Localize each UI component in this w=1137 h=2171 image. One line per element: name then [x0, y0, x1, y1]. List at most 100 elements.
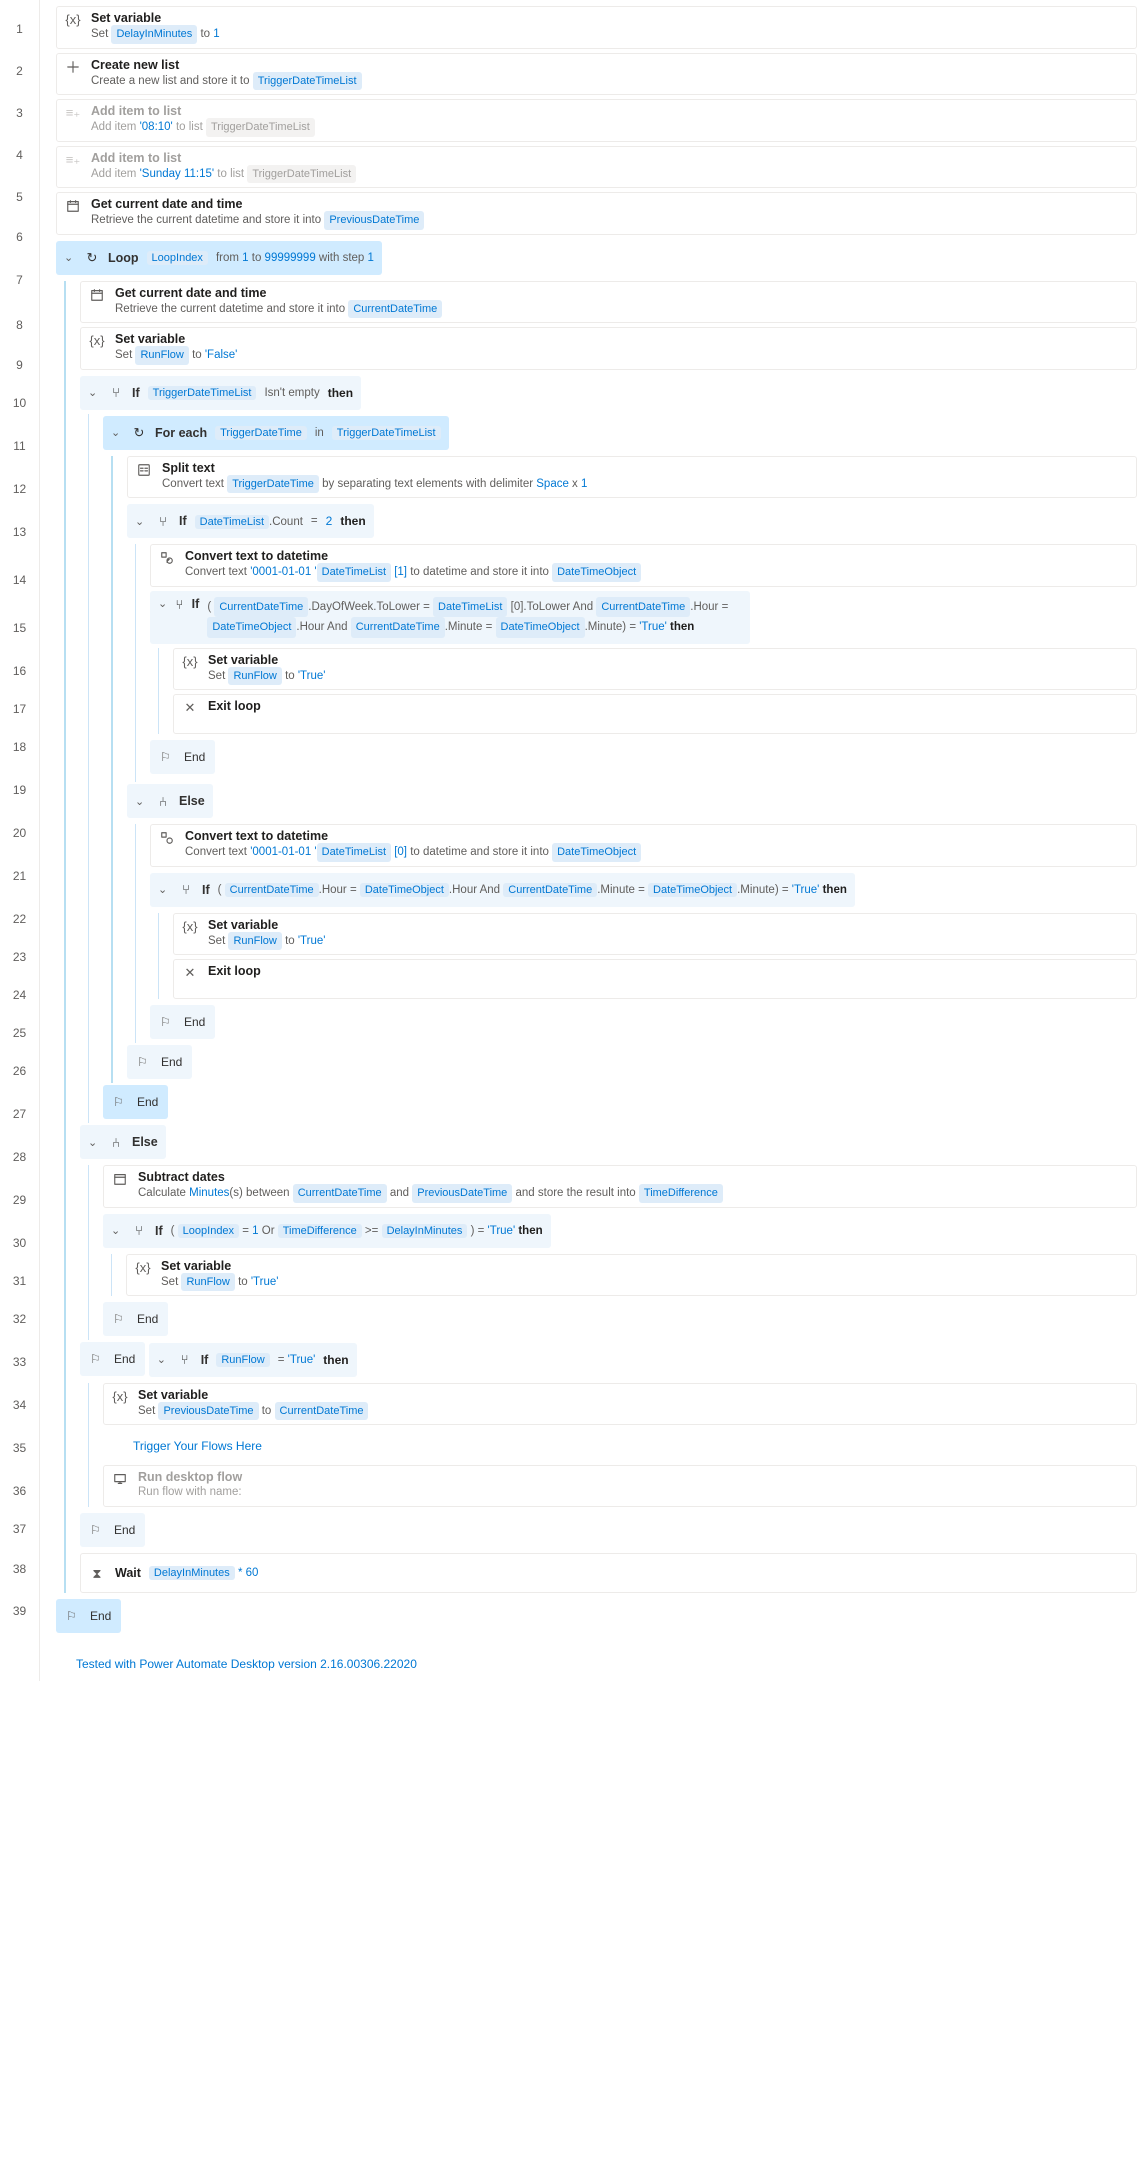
line-number: 16 — [0, 652, 39, 690]
token: DateTimeList — [195, 515, 269, 529]
action-convert-datetime[interactable]: Convert text to datetime Convert text '0… — [150, 544, 1137, 587]
chevron-down-icon[interactable]: ⌄ — [64, 251, 76, 264]
line-number: 26 — [0, 1052, 39, 1090]
end-block[interactable]: ⚐ End — [56, 1599, 121, 1633]
token: PreviousDateTime — [412, 1184, 512, 1203]
action-title: Set variable — [208, 918, 1128, 932]
action-get-datetime[interactable]: Get current date and time Retrieve the c… — [80, 281, 1137, 324]
line-number: 8 — [0, 304, 39, 346]
end-label: End — [184, 1015, 205, 1029]
action-wait[interactable]: ⧗ Wait DelayInMinutes * 60 — [80, 1553, 1137, 1593]
action-set-variable[interactable]: {x} Set variable Set RunFlow to 'True' — [173, 648, 1137, 691]
action-add-item-disabled[interactable]: ≡₊ Add item to list Add item '08:10' to … — [56, 99, 1137, 142]
action-get-datetime[interactable]: Get current date and time Retrieve the c… — [56, 192, 1137, 235]
loop-label: Loop — [108, 251, 139, 265]
end-block[interactable]: ⚐ End — [80, 1513, 145, 1547]
chevron-down-icon[interactable]: ⌄ — [135, 795, 147, 808]
action-set-variable[interactable]: {x} Set variable Set RunFlow to 'False' — [80, 327, 1137, 370]
line-number: 24 — [0, 976, 39, 1014]
if-header[interactable]: ⌄ ⑂ If RunFlow = 'True' then — [149, 1343, 357, 1377]
action-title: Set variable — [208, 653, 1128, 667]
chevron-down-icon[interactable]: ⌄ — [111, 426, 123, 439]
line-number: 36 — [0, 1472, 39, 1510]
action-set-variable[interactable]: {x} Set variable Set RunFlow to 'True' — [126, 1254, 1137, 1297]
token: DelayInMinutes — [382, 1224, 468, 1238]
end-block[interactable]: ⚐ End — [127, 1045, 192, 1079]
if-header[interactable]: ⌄ ⑂ If ( CurrentDateTime.DayOfWeek.ToLow… — [150, 591, 750, 644]
flag-icon: ⚐ — [113, 1312, 129, 1326]
else-header[interactable]: ⌄ ⑃ Else — [127, 784, 213, 818]
token: TriggerDateTimeList — [148, 386, 257, 400]
action-title: Set variable — [115, 332, 1128, 346]
chevron-down-icon[interactable]: ⌄ — [88, 1136, 100, 1149]
variable-icon: {x} — [112, 1388, 128, 1403]
token: TriggerDateTime — [227, 475, 319, 494]
action-exit-loop[interactable]: ✕ Exit loop — [173, 694, 1137, 734]
chevron-down-icon[interactable]: ⌄ — [111, 1224, 123, 1237]
end-block[interactable]: ⚐ End — [103, 1302, 168, 1336]
line-number: 30 — [0, 1224, 39, 1262]
action-title: Exit loop — [208, 964, 1128, 978]
convert-icon — [159, 829, 175, 847]
line-number: 37 — [0, 1510, 39, 1548]
if-header[interactable]: ⌄ ⑂ If ( LoopIndex = 1 Or TimeDifference… — [103, 1214, 551, 1248]
action-subtract-dates[interactable]: Subtract dates Calculate Minutes(s) betw… — [103, 1165, 1137, 1208]
branch-icon: ⑂ — [131, 1223, 147, 1238]
line-number: 20 — [0, 814, 39, 852]
else-header[interactable]: ⌄ ⑃ Else — [80, 1125, 166, 1159]
action-set-variable[interactable]: {x} Set variable Set PreviousDateTime to… — [103, 1383, 1137, 1426]
if-header[interactable]: ⌄ ⑂ If TriggerDateTimeList Isn't empty t… — [80, 376, 361, 410]
if-header[interactable]: ⌄ ⑂ If DateTimeList.Count = 2 then — [127, 504, 374, 538]
action-run-flow-disabled[interactable]: Run desktop flow Run flow with name: — [103, 1465, 1137, 1506]
line-number: 33 — [0, 1338, 39, 1386]
token: LoopIndex — [178, 1224, 239, 1238]
action-desc: Add item 'Sunday 11:15' to list TriggerD… — [91, 165, 1128, 184]
end-block[interactable]: ⚐ End — [150, 740, 215, 774]
branch-icon: ⑃ — [108, 1135, 124, 1150]
if-header[interactable]: ⌄ ⑂ If ( CurrentDateTime.Hour = DateTime… — [150, 873, 855, 907]
line-number: 38 — [0, 1548, 39, 1590]
end-block[interactable]: ⚐ End — [80, 1342, 145, 1376]
end-block[interactable]: ⚐ End — [150, 1005, 215, 1039]
chevron-down-icon[interactable]: ⌄ — [88, 386, 100, 399]
action-convert-datetime[interactable]: Convert text to datetime Convert text '0… — [150, 824, 1137, 867]
end-block[interactable]: ⚐ End — [103, 1085, 168, 1119]
chevron-down-icon[interactable]: ⌄ — [158, 883, 170, 896]
line-number: 39 — [0, 1590, 39, 1632]
action-exit-loop[interactable]: ✕ Exit loop — [173, 959, 1137, 999]
convert-icon — [159, 549, 175, 567]
token: PreviousDateTime — [158, 1402, 258, 1421]
action-add-item-disabled[interactable]: ≡₊ Add item to list Add item 'Sunday 11:… — [56, 146, 1137, 189]
token: CurrentDateTime — [348, 300, 442, 319]
flag-icon: ⚐ — [113, 1095, 129, 1109]
token: TriggerDateTimeList — [206, 118, 315, 137]
flow-canvas[interactable]: {x} Set variable Set DelayInMinutes to 1… — [40, 0, 1137, 1681]
calendar-icon — [65, 197, 81, 215]
if-label: If — [179, 514, 187, 528]
action-desc: Convert text '0001-01-01 'DateTimeList [… — [185, 843, 1128, 862]
foreach-label: For each — [155, 426, 207, 440]
action-split-text[interactable]: Split text Convert text TriggerDateTime … — [127, 456, 1137, 499]
chevron-down-icon[interactable]: ⌄ — [157, 1353, 169, 1366]
token: DateTimeObject — [648, 883, 737, 897]
if-label: If — [155, 1224, 163, 1238]
variable-icon: {x} — [65, 11, 81, 26]
token: CurrentDateTime — [214, 597, 308, 618]
chevron-down-icon[interactable]: ⌄ — [135, 515, 147, 528]
foreach-header[interactable]: ⌄ ↻ For each TriggerDateTime in TriggerD… — [103, 416, 449, 450]
action-title: Split text — [162, 461, 1128, 475]
end-label: End — [114, 1352, 135, 1366]
action-set-variable[interactable]: {x} Set variable Set DelayInMinutes to 1 — [56, 6, 1137, 49]
token: RunFlow — [181, 1273, 234, 1292]
action-title: Wait — [115, 1566, 141, 1580]
token: DateTimeList — [317, 843, 391, 862]
line-number: 14 — [0, 556, 39, 604]
chevron-down-icon[interactable]: ⌄ — [158, 597, 167, 610]
branch-icon: ⑂ — [178, 882, 194, 897]
action-set-variable[interactable]: {x} Set variable Set RunFlow to 'True' — [173, 913, 1137, 956]
hourglass-icon: ⧗ — [89, 1565, 105, 1580]
comment[interactable]: Trigger Your Flows Here — [103, 1429, 1137, 1463]
action-create-list[interactable]: Create new list Create a new list and st… — [56, 53, 1137, 96]
if-label: If — [192, 597, 200, 611]
loop-header[interactable]: ⌄ ↻ Loop LoopIndex from 1 to 99999999 wi… — [56, 241, 382, 275]
